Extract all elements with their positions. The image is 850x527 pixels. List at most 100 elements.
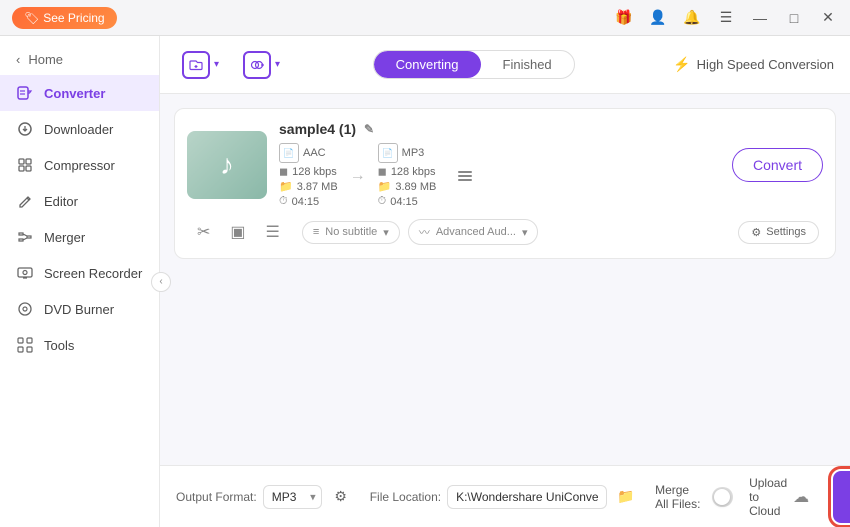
user-icon-button[interactable]: 👤 — [644, 4, 672, 32]
high-speed-label: High Speed Conversion — [697, 57, 834, 72]
output-size: 3.89 MB — [395, 181, 436, 193]
crop-tool-button[interactable]: ▣ — [224, 218, 251, 246]
edit-icon[interactable]: ✎ — [364, 122, 374, 136]
tag-icon: 🏷 — [24, 11, 39, 25]
high-speed-section: ⚡ High Speed Conversion — [673, 56, 834, 73]
file-card: ♪ sample4 (1) ✎ 📄 AAC — [174, 108, 836, 259]
file-thumbnail: ♪ — [187, 131, 267, 199]
output-meta: 📄 MP3 ◼ 128 kbps 📁 3.89 MB — [378, 143, 437, 208]
merger-icon — [16, 228, 34, 246]
sidebar-item-compressor[interactable]: Compressor — [0, 147, 159, 183]
upload-to-cloud-row: Upload to Cloud ☁ — [749, 476, 809, 518]
arrow-right-icon: → — [350, 167, 366, 185]
audio-label: Advanced Aud... — [436, 226, 516, 238]
tools-icon — [16, 336, 34, 354]
add-files-icon — [182, 51, 210, 79]
add-files-chevron: ▾ — [214, 59, 219, 70]
tab-group: Converting Finished — [373, 50, 575, 79]
maximize-button[interactable]: □ — [780, 4, 808, 32]
dvd-burner-icon — [16, 300, 34, 318]
input-size-row: 📁 3.87 MB — [279, 180, 338, 193]
sidebar-label-screen-recorder: Screen Recorder — [44, 266, 142, 281]
output-duration: 04:15 — [390, 196, 418, 208]
close-button[interactable]: ✕ — [814, 4, 842, 32]
settings-format-button[interactable]: ⚙ — [328, 484, 354, 510]
editor-icon — [16, 192, 34, 210]
output-size-icon: 📁 — [378, 180, 392, 193]
settings-label: Settings — [766, 226, 806, 238]
output-duration-row: ⏱ 04:15 — [378, 195, 437, 208]
tab-converting[interactable]: Converting — [374, 51, 481, 78]
see-pricing-button[interactable]: 🏷 See Pricing — [12, 7, 117, 29]
compressor-icon — [16, 156, 34, 174]
output-format-select-wrapper: MP3 — [263, 485, 322, 509]
cloud-upload-icon: ☁ — [793, 487, 809, 507]
add-files-button[interactable]: ▾ — [176, 47, 225, 83]
sidebar-item-screen-recorder[interactable]: Screen Recorder — [0, 255, 159, 291]
input-format-icon: 📄 — [279, 143, 299, 163]
subtitle-label: No subtitle — [325, 226, 377, 238]
bitrate-icon: ◼ — [279, 165, 288, 178]
menu-icon-button[interactable]: ☰ — [712, 4, 740, 32]
sidebar-item-home[interactable]: ‹ Home — [0, 44, 159, 75]
tab-finished[interactable]: Finished — [481, 51, 574, 78]
file-meta-row: 📄 AAC ◼ 128 kbps 📁 3.87 MB — [279, 143, 720, 208]
converter-icon — [16, 84, 34, 102]
output-format-select[interactable]: MP3 — [263, 485, 322, 509]
subtitle-chevron: ▾ — [383, 226, 389, 239]
browse-folder-button[interactable]: 📁 — [613, 484, 639, 510]
add-more-button[interactable]: ▾ — [237, 47, 286, 83]
music-note-icon: ♪ — [220, 149, 234, 181]
audio-wave-icon: 〰 — [419, 224, 430, 240]
gift-icon-button[interactable]: 🎁 — [610, 4, 638, 32]
cut-tool-button[interactable]: ✂ — [191, 218, 216, 246]
file-location-label: File Location: — [370, 490, 441, 504]
screen-recorder-icon — [16, 264, 34, 282]
upload-cloud-label: Upload to Cloud — [749, 476, 787, 518]
output-bitrate-row: ◼ 128 kbps — [378, 165, 437, 178]
sidebar-collapse-button[interactable]: ‹ — [151, 272, 171, 292]
right-section: Merge All Files: Upload to Cloud ☁ Start… — [655, 471, 850, 523]
sidebar-item-tools[interactable]: Tools — [0, 327, 159, 363]
output-format: MP3 — [402, 147, 425, 159]
sidebar-label-downloader: Downloader — [44, 122, 113, 137]
settings-button[interactable]: ⚙ Settings — [738, 221, 819, 244]
merge-toggle[interactable] — [712, 487, 733, 507]
sidebar-label-dvd-burner: DVD Burner — [44, 302, 114, 317]
add-more-icon — [243, 51, 271, 79]
file-location-input[interactable] — [447, 485, 607, 509]
output-format-row: 📄 MP3 — [378, 143, 437, 163]
sidebar-label-compressor: Compressor — [44, 158, 115, 173]
input-size: 3.87 MB — [297, 181, 338, 193]
file-name-row: sample4 (1) ✎ — [279, 121, 720, 137]
window-controls: 🎁 👤 🔔 ☰ — □ ✕ — [610, 4, 842, 32]
sidebar-label-editor: Editor — [44, 194, 78, 209]
sidebar-item-dvd-burner[interactable]: DVD Burner — [0, 291, 159, 327]
input-bitrate-row: ◼ 128 kbps — [279, 165, 338, 178]
audio-select[interactable]: 〰 Advanced Aud... ▾ — [408, 219, 539, 245]
file-options-button[interactable] — [452, 163, 478, 189]
output-format-field: Output Format: MP3 ⚙ — [176, 484, 354, 510]
more-tool-button[interactable]: ☰ — [260, 218, 286, 246]
sidebar-item-merger[interactable]: Merger — [0, 219, 159, 255]
convert-button[interactable]: Convert — [732, 148, 823, 182]
add-more-chevron: ▾ — [275, 59, 280, 70]
input-bitrate: 128 kbps — [292, 166, 337, 178]
start-all-button[interactable]: Start All — [833, 471, 850, 523]
sidebar-item-downloader[interactable]: Downloader — [0, 111, 159, 147]
bell-icon-button[interactable]: 🔔 — [678, 4, 706, 32]
minimize-button[interactable]: — — [746, 4, 774, 32]
file-card-top: ♪ sample4 (1) ✎ 📄 AAC — [187, 121, 823, 208]
sidebar-item-converter[interactable]: Converter — [0, 75, 159, 111]
downloader-icon — [16, 120, 34, 138]
sidebar-item-editor[interactable]: Editor — [0, 183, 159, 219]
back-arrow-icon: ‹ — [16, 52, 20, 67]
app-body: ‹ Home Converter Downloader — [0, 36, 850, 527]
subtitle-select[interactable]: ≡ No subtitle ▾ — [302, 221, 400, 244]
file-card-bottom: ✂ ▣ ☰ ≡ No subtitle ▾ 〰 Advanced Aud... … — [187, 218, 823, 246]
output-format-icon: 📄 — [378, 143, 398, 163]
subtitle-icon: ≡ — [313, 226, 319, 238]
sidebar-label-tools: Tools — [44, 338, 74, 353]
output-duration-icon: ⏱ — [378, 195, 387, 208]
input-duration-row: ⏱ 04:15 — [279, 195, 338, 208]
